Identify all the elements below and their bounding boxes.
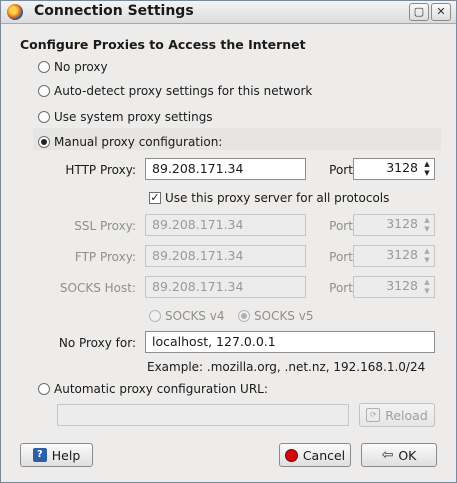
socks-port-value: 3128 — [386, 278, 418, 293]
ftp-port-spinner[interactable]: 3128 ▲ ▼ — [353, 245, 435, 267]
reload-label: Reload — [385, 407, 428, 423]
firefox-icon — [7, 4, 23, 20]
socks-v4-label: SOCKS v4 — [165, 309, 225, 323]
auto-detect-option[interactable]: Auto-detect proxy settings for this netw… — [38, 84, 312, 98]
ssl-proxy-input[interactable]: 89.208.171.34 — [145, 214, 306, 236]
use-for-all-option[interactable]: ✓ Use this proxy server for all protocol… — [149, 191, 389, 205]
socks-v4-radio[interactable] — [149, 310, 161, 322]
dialog-content: Configure Proxies to Access the Internet… — [6, 25, 450, 477]
system-proxy-label: Use system proxy settings — [54, 110, 213, 124]
title-bar: Connection Settings ▢ ✕ — [1, 1, 456, 24]
cancel-label: Cancel — [302, 447, 346, 463]
socks-port-label: Port: — [329, 281, 357, 295]
help-button[interactable]: ? Help — [20, 443, 93, 467]
use-for-all-label: Use this proxy server for all protocols — [165, 191, 390, 205]
http-port-label: Port: — [329, 163, 357, 177]
window-title: Connection Settings — [34, 3, 194, 19]
ftp-port-value: 3128 — [386, 247, 418, 262]
socks-v5-option[interactable]: SOCKS v5 — [238, 309, 313, 323]
manual-proxy-option[interactable]: Manual proxy configuration: — [38, 135, 222, 149]
help-label: Help — [51, 447, 81, 463]
automatic-url-radio[interactable] — [38, 383, 50, 395]
manual-proxy-label: Manual proxy configuration: — [54, 135, 223, 149]
ssl-port-value: 3128 — [386, 216, 418, 231]
system-proxy-radio[interactable] — [38, 111, 50, 123]
ftp-port-label: Port: — [329, 250, 357, 264]
ssl-proxy-label: SSL Proxy: — [74, 219, 136, 233]
http-proxy-input[interactable]: 89.208.171.34 — [145, 158, 306, 180]
reload-button[interactable]: ⟳ Reload — [359, 403, 435, 427]
ftp-proxy-label: FTP Proxy: — [74, 250, 136, 264]
ssl-port-spinner[interactable]: 3128 ▲ ▼ — [353, 214, 435, 236]
http-port-spinner[interactable]: 3128 ▲ ▼ — [353, 158, 435, 180]
restore-button[interactable]: ▢ — [409, 3, 429, 21]
socks-v4-option[interactable]: SOCKS v4 — [149, 309, 224, 323]
socks-v5-label: SOCKS v5 — [254, 309, 314, 323]
auto-detect-radio[interactable] — [38, 85, 50, 97]
no-proxy-for-label: No Proxy for: — [58, 336, 136, 350]
ftp-proxy-input[interactable]: 89.208.171.34 — [145, 245, 306, 267]
spin-arrows-icon[interactable]: ▲ ▼ — [421, 160, 433, 178]
automatic-url-option[interactable]: Automatic proxy configuration URL: — [38, 382, 268, 396]
reload-icon: ⟳ — [366, 408, 381, 422]
cancel-icon — [284, 448, 298, 462]
http-port-value: 3128 — [386, 160, 418, 175]
no-proxy-for-input[interactable]: localhost, 127.0.0.1 — [145, 331, 435, 353]
socks-host-label: SOCKS Host: — [59, 281, 136, 295]
group-title: Configure Proxies to Access the Internet — [20, 37, 306, 52]
ssl-port-label: Port: — [329, 219, 357, 233]
use-for-all-checkbox[interactable]: ✓ — [149, 192, 161, 204]
spin-arrows-icon[interactable]: ▲ ▼ — [421, 247, 433, 265]
help-icon: ? — [32, 448, 47, 462]
no-proxy-option[interactable]: No proxy — [38, 60, 108, 74]
ok-arrow-icon: ⇦ — [381, 447, 394, 463]
close-button[interactable]: ✕ — [431, 3, 451, 21]
cancel-button[interactable]: Cancel — [279, 443, 351, 467]
spin-arrows-icon[interactable]: ▲ ▼ — [421, 278, 433, 296]
connection-settings-window: Connection Settings ▢ ✕ Configure Proxie… — [0, 0, 457, 483]
automatic-url-input[interactable] — [57, 404, 349, 426]
spin-arrows-icon[interactable]: ▲ ▼ — [421, 216, 433, 234]
socks-port-spinner[interactable]: 3128 ▲ ▼ — [353, 276, 435, 298]
automatic-url-label: Automatic proxy configuration URL: — [54, 382, 268, 396]
ok-button[interactable]: ⇦ OK — [361, 443, 437, 467]
socks-host-input[interactable]: 89.208.171.34 — [145, 276, 306, 298]
socks-v5-radio[interactable] — [238, 310, 250, 322]
no-proxy-example: Example: .mozilla.org, .net.nz, 192.168.… — [147, 360, 426, 374]
ok-label: OK — [398, 447, 417, 463]
auto-detect-label: Auto-detect proxy settings for this netw… — [54, 84, 313, 98]
manual-proxy-radio[interactable] — [38, 136, 50, 148]
no-proxy-radio[interactable] — [38, 61, 50, 73]
no-proxy-label: No proxy — [54, 60, 108, 74]
http-proxy-label: HTTP Proxy: — [65, 163, 136, 177]
system-proxy-option[interactable]: Use system proxy settings — [38, 110, 213, 124]
